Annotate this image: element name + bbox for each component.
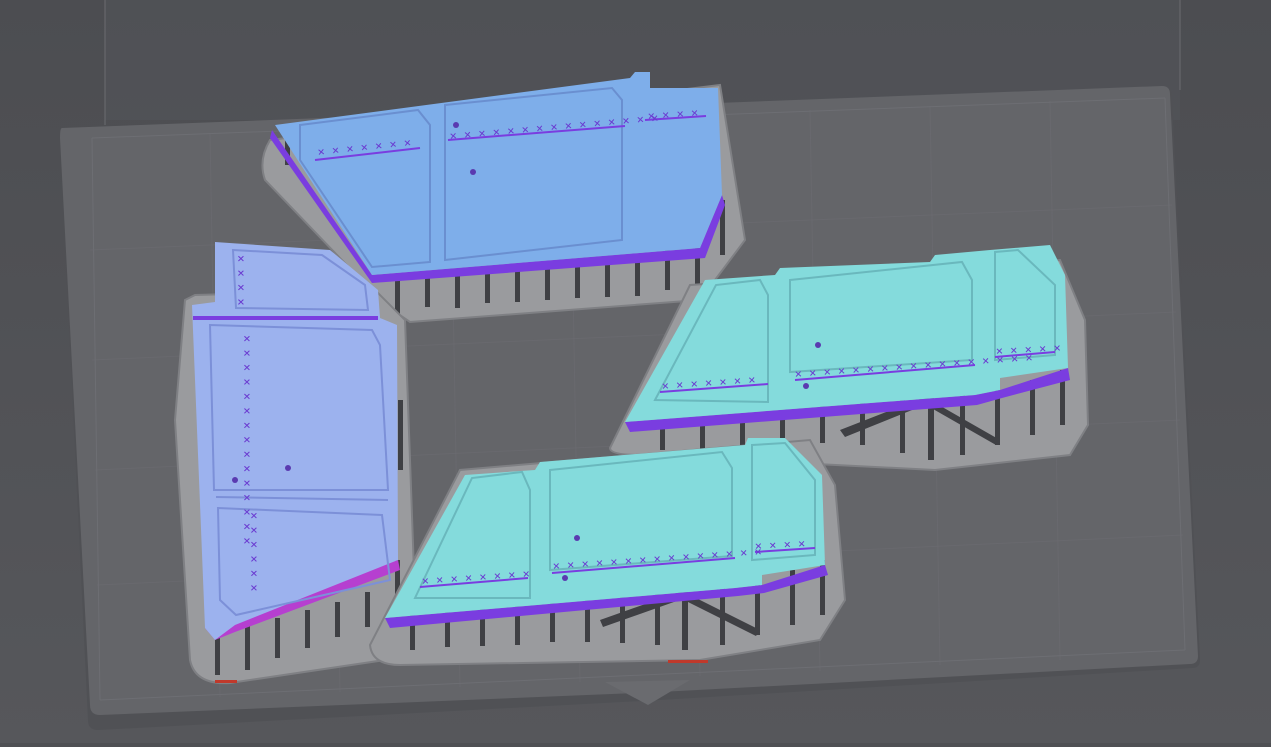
peg-hole xyxy=(815,342,821,348)
cross-marks: × × × × × × xyxy=(247,512,261,591)
3d-viewport[interactable]: × × × × × × × × × × × × × × × × × × × × … xyxy=(0,0,1271,743)
peg-hole xyxy=(232,477,238,483)
scene-canvas[interactable]: × × × × × × × × × × × × × × × × × × × × … xyxy=(0,0,1271,743)
peg-hole xyxy=(562,575,568,581)
peg-hole xyxy=(803,383,809,389)
collision-marker xyxy=(668,660,708,663)
peg-hole xyxy=(470,169,476,175)
collision-marker xyxy=(215,680,237,683)
cross-marks: × × × × xyxy=(754,536,805,553)
peg-hole xyxy=(574,535,580,541)
peg-hole xyxy=(285,465,291,471)
cross-marks: × × × × xyxy=(234,255,248,306)
peg-hole xyxy=(453,122,459,128)
part-left[interactable]: × × × × × × × × × × × × × × × × × × × × … xyxy=(173,242,417,685)
